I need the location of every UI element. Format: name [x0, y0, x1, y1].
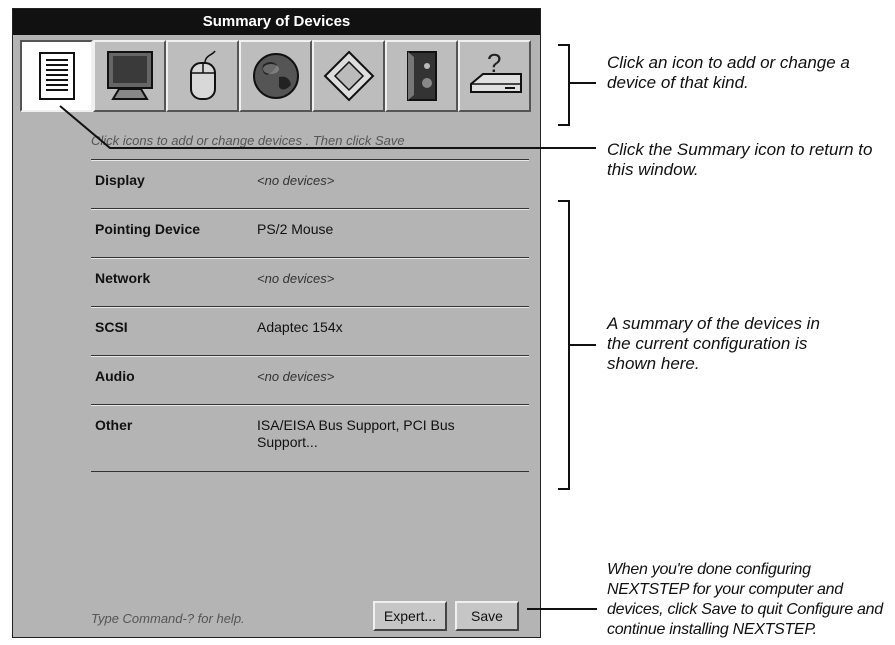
- annotation-icons: Click an icon to add or change a device …: [607, 53, 850, 92]
- annotation-summary-area: A summary of the devices in the current …: [607, 314, 820, 373]
- summary-leader-line: [570, 344, 596, 346]
- save-leader-line: [527, 608, 597, 610]
- annotation-save: When you're done configuring NEXTSTEP fo…: [607, 561, 883, 638]
- summary-area-bracket: [558, 200, 570, 490]
- annotation-summary-icon: Click the Summary icon to return to this…: [607, 140, 873, 179]
